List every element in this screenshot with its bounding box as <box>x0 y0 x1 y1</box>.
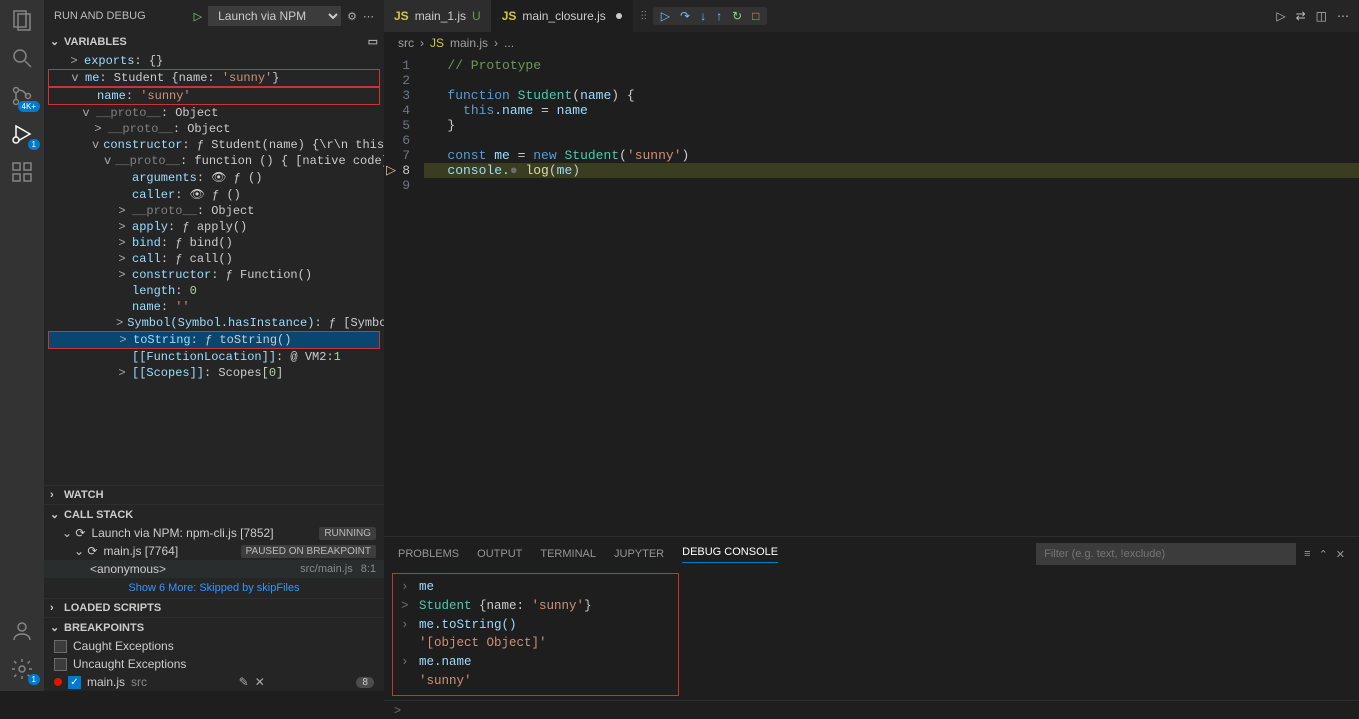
tab-output[interactable]: OUTPUT <box>477 548 522 560</box>
variable-row[interactable]: >[[Scopes]]: Scopes[0] <box>48 365 380 381</box>
modified-dot-icon <box>616 13 622 19</box>
tab-main-1-js[interactable]: JSmain_1.jsU <box>384 0 492 32</box>
variables-section-header[interactable]: ⌄VARIABLES▭ <box>44 32 384 51</box>
start-debug-button[interactable]: ▷ <box>194 10 202 23</box>
tab-jupyter[interactable]: JUPYTER <box>614 548 664 560</box>
variable-row[interactable]: >toString: ƒ toString() <box>48 331 380 349</box>
collapse-panel-icon[interactable]: ⌃ <box>1319 548 1328 561</box>
list-icon[interactable]: ≡ <box>1304 548 1310 560</box>
diff-icon[interactable]: ⇄ <box>1296 9 1306 23</box>
watch-section-header[interactable]: ›WATCH <box>44 485 384 504</box>
drag-handle-icon[interactable]: ⫶⫶ <box>641 9 647 24</box>
activity-bar: 4K+ 1 1 <box>0 0 44 691</box>
more-actions-icon[interactable]: ⋯ <box>1337 9 1349 23</box>
callstack-thread-row[interactable]: ⌄ ⟳main.js [7764]PAUSED ON BREAKPOINT <box>44 542 384 560</box>
variable-row[interactable]: [[FunctionLocation]]: @ VM2:1 <box>48 349 380 365</box>
stop-button[interactable]: □ <box>750 9 761 23</box>
panel-tabs: PROBLEMS OUTPUT TERMINAL JUPYTER DEBUG C… <box>384 537 1359 571</box>
editor-tabbar: JSmain_1.jsU JSmain_closure.js ⫶⫶ ▷ ↷ ↓ … <box>384 0 1359 32</box>
variable-row[interactable]: arguments: 👁 ƒ () <box>48 169 380 186</box>
edit-icon[interactable]: ✎ <box>239 675 249 689</box>
run-debug-icon[interactable]: 1 <box>10 122 34 146</box>
checkbox-icon[interactable] <box>68 676 81 689</box>
sidebar-header: RUN AND DEBUG ▷ Launch via NPM ⚙ ⋯ <box>44 0 384 32</box>
minimap[interactable] <box>1279 54 1359 536</box>
variable-row[interactable]: vme: Student {name: 'sunny'} <box>48 69 380 87</box>
breakpoints-header[interactable]: ⌄BREAKPOINTS <box>44 618 384 637</box>
source-control-icon[interactable]: 4K+ <box>10 84 34 108</box>
variable-row[interactable]: >__proto__: Object <box>48 121 380 137</box>
continue-button[interactable]: ▷ <box>659 9 672 23</box>
split-editor-button[interactable]: ◫ <box>1316 9 1327 23</box>
variable-row[interactable]: >bind: ƒ bind() <box>48 235 380 251</box>
editor-area: JSmain_1.jsU JSmain_closure.js ⫶⫶ ▷ ↷ ↓ … <box>384 0 1359 691</box>
variable-row[interactable]: >exports: {} <box>48 53 380 69</box>
bottom-panel: PROBLEMS OUTPUT TERMINAL JUPYTER DEBUG C… <box>384 536 1359 691</box>
tab-problems[interactable]: PROBLEMS <box>398 548 459 560</box>
bp-file-row[interactable]: main.jssrc✎✕8 <box>44 673 384 691</box>
callstack-process-row[interactable]: ⌄ ⟳Launch via NPM: npm-cli.js [7852]RUNN… <box>44 524 384 542</box>
variable-row[interactable]: >apply: ƒ apply() <box>48 219 380 235</box>
restart-button[interactable]: ↻ <box>730 9 744 23</box>
loaded-scripts-header[interactable]: ›LOADED SCRIPTS <box>44 598 384 617</box>
variable-row[interactable]: >__proto__: Object <box>48 203 380 219</box>
variable-row[interactable]: vconstructor: ƒ Student(name) {\r\n this… <box>48 137 380 153</box>
variable-row[interactable]: >Symbol(Symbol.hasInstance): ƒ [Symbol.h… <box>48 315 380 331</box>
debug-console-input[interactable]: > <box>384 700 1359 719</box>
tab-debug-console[interactable]: DEBUG CONSOLE <box>682 546 778 563</box>
launch-config-select[interactable]: Launch via NPM <box>208 6 341 26</box>
debug-controls: ▷ ↷ ↓ ↑ ↻ □ <box>653 7 768 25</box>
remove-icon[interactable]: ✕ <box>255 675 265 689</box>
callstack-section-header[interactable]: ⌄CALL STACK <box>44 505 384 524</box>
variable-row[interactable]: name: '' <box>48 299 380 315</box>
variable-row[interactable]: >constructor: ƒ Function() <box>48 267 380 283</box>
bp-uncaught-exceptions[interactable]: Uncaught Exceptions <box>44 655 384 673</box>
step-into-button[interactable]: ↓ <box>698 9 708 23</box>
sidebar-title: RUN AND DEBUG <box>54 10 146 22</box>
search-icon[interactable] <box>10 46 34 70</box>
variable-row[interactable]: name: 'sunny' <box>48 87 380 105</box>
extensions-icon[interactable] <box>10 160 34 184</box>
config-gear-icon[interactable]: ⚙ <box>347 10 357 23</box>
account-icon[interactable] <box>10 619 34 643</box>
callstack-show-more-link[interactable]: Show 6 More: Skipped by skipFiles <box>44 578 384 598</box>
step-over-button[interactable]: ↷ <box>678 9 692 23</box>
variables-tree[interactable]: >exports: {}vme: Student {name: 'sunny'}… <box>44 51 384 485</box>
current-line-indicator-icon: ▷ <box>384 163 398 178</box>
checkbox-icon[interactable] <box>54 640 67 653</box>
more-icon[interactable]: ⋯ <box>363 10 374 23</box>
settings-gear-icon[interactable]: 1 <box>10 657 34 681</box>
checkbox-icon[interactable] <box>54 658 67 671</box>
scm-badge: 4K+ <box>18 101 40 112</box>
debug-badge: 1 <box>28 139 40 150</box>
close-panel-icon[interactable]: ✕ <box>1336 548 1345 561</box>
step-out-button[interactable]: ↑ <box>714 9 724 23</box>
settings-badge: 1 <box>28 674 40 685</box>
variable-row[interactable]: v__proto__: Object <box>48 105 380 121</box>
debug-console-output[interactable]: ›me >Student {name: 'sunny'} ›me.toStrin… <box>392 573 679 696</box>
tab-main-closure-js[interactable]: JSmain_closure.js <box>492 0 633 32</box>
breakpoint-dot-icon <box>54 678 62 686</box>
code-editor[interactable]: 1 // Prototype 2 3 function Student(name… <box>384 54 1359 536</box>
variable-row[interactable]: v__proto__: function () { [native code] … <box>48 153 380 169</box>
callstack-frame-row[interactable]: <anonymous>src/main.js8:1 <box>44 560 384 578</box>
variable-row[interactable]: caller: 👁 ƒ () <box>48 186 380 203</box>
tab-terminal[interactable]: TERMINAL <box>540 548 596 560</box>
collapse-all-icon[interactable]: ▭ <box>368 35 378 48</box>
breadcrumbs[interactable]: src› JSmain.js› ... <box>384 32 1359 54</box>
explorer-icon[interactable] <box>10 8 34 32</box>
debug-sidebar: RUN AND DEBUG ▷ Launch via NPM ⚙ ⋯ ⌄VARI… <box>44 0 384 691</box>
run-file-button[interactable]: ▷ <box>1276 9 1285 23</box>
bp-caught-exceptions[interactable]: Caught Exceptions <box>44 637 384 655</box>
variable-row[interactable]: length: 0 <box>48 283 380 299</box>
console-filter-input[interactable] <box>1036 543 1296 565</box>
variable-row[interactable]: >call: ƒ call() <box>48 251 380 267</box>
